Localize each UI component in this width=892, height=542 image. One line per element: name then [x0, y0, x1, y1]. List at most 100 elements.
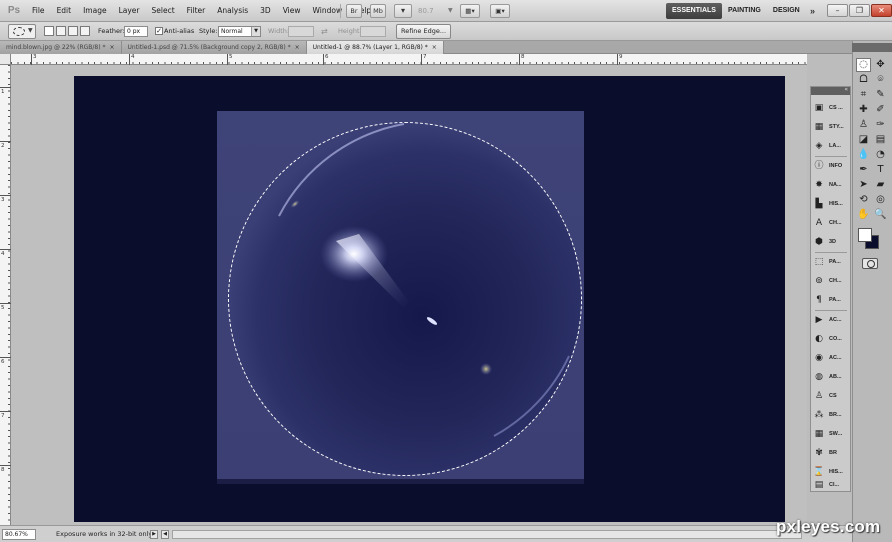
scroll-left-icon[interactable]: ◀: [161, 530, 169, 539]
close-tab-icon[interactable]: ×: [110, 44, 115, 51]
panel-swatches[interactable]: ▦ SW...: [813, 425, 849, 442]
status-zoom-input[interactable]: 80.67%: [2, 529, 36, 540]
menu-layer[interactable]: Layer: [113, 0, 146, 22]
menu-filter[interactable]: Filter: [181, 0, 212, 22]
menu-edit[interactable]: Edit: [51, 0, 78, 22]
arrange-documents-button[interactable]: ▦▾: [460, 4, 480, 18]
brush-tool-icon[interactable]: ✐: [873, 103, 888, 117]
menu-window[interactable]: Window: [307, 0, 349, 22]
elliptical-selection[interactable]: [228, 122, 582, 476]
status-menu-arrow-icon[interactable]: ▶: [150, 530, 158, 539]
workspace-painting[interactable]: PAINTING: [722, 3, 767, 19]
workspace-essentials[interactable]: ESSENTIALS: [666, 3, 722, 19]
menu-image[interactable]: Image: [77, 0, 113, 22]
style-select[interactable]: Normal ▼: [218, 26, 261, 37]
horizontal-ruler[interactable]: 3 4 5 6 7 8 9: [11, 54, 807, 65]
screen-mode-button[interactable]: ▣▾: [490, 4, 510, 18]
zoom-tool-icon[interactable]: 🔍: [873, 208, 888, 222]
intersect-selection-icon[interactable]: [80, 26, 90, 36]
horizontal-scrollbar[interactable]: [172, 530, 802, 539]
menu-select[interactable]: Select: [146, 0, 181, 22]
panel-cs-live[interactable]: ▣ CS ...: [813, 99, 849, 116]
blur-tool-icon[interactable]: 💧: [856, 148, 871, 162]
close-tab-icon[interactable]: ×: [295, 44, 300, 51]
panel-actions[interactable]: ▶ AC...: [813, 311, 849, 328]
menu-3d[interactable]: 3D: [254, 0, 277, 22]
3d-rotate-tool-icon[interactable]: ⟲: [856, 193, 871, 207]
dodge-tool-icon[interactable]: ◔: [873, 148, 888, 162]
panel-histogram[interactable]: ▙ HIS...: [813, 195, 849, 212]
quick-selection-tool-icon[interactable]: ⌾: [873, 73, 888, 87]
pasteboard[interactable]: [11, 65, 807, 525]
close-icon[interactable]: ✕: [871, 4, 892, 17]
collapse-icon[interactable]: «: [844, 86, 848, 93]
healing-brush-tool-icon[interactable]: ✚: [856, 103, 871, 117]
eyedropper-tool-icon[interactable]: ✎: [873, 88, 888, 102]
ruler-origin[interactable]: [0, 54, 11, 65]
foreground-color-swatch[interactable]: [858, 228, 872, 242]
refine-edge-button[interactable]: Refine Edge...: [396, 24, 451, 39]
tab-mind-blown[interactable]: mind.blown.jpg @ 22% (RGB/8) * ×: [0, 41, 122, 54]
menu-view[interactable]: View: [277, 0, 307, 22]
panel-clone-source[interactable]: ♙ CS: [813, 387, 849, 404]
panel-channels[interactable]: ⊚ CH...: [813, 272, 849, 289]
document-canvas[interactable]: [74, 76, 785, 522]
more-workspaces-button[interactable]: »: [810, 3, 815, 19]
3d-orbit-tool-icon[interactable]: ◎: [873, 193, 888, 207]
panel-3d[interactable]: ⬢ 3D: [813, 233, 849, 250]
width-input[interactable]: [288, 26, 314, 37]
panel-color[interactable]: ◐ CO...: [813, 330, 849, 347]
shape-tool-icon[interactable]: ▰: [873, 178, 888, 192]
extras-dropdown[interactable]: ▾: [394, 4, 412, 18]
type-tool-icon[interactable]: T: [873, 163, 888, 177]
minimize-icon[interactable]: –: [827, 4, 848, 17]
panel-navigator[interactable]: ✸ NA...: [813, 176, 849, 193]
bridge-button[interactable]: Br: [346, 4, 362, 18]
eraser-tool-icon[interactable]: ◪: [856, 133, 871, 147]
lasso-tool-icon[interactable]: ᗝ: [856, 73, 871, 87]
close-tab-icon[interactable]: ×: [432, 44, 437, 51]
minibridge-button[interactable]: Mb: [370, 4, 386, 18]
path-selection-tool-icon[interactable]: ➤: [856, 178, 871, 192]
panel-abstract[interactable]: ◍ AB...: [813, 368, 849, 385]
clone-stamp-tool-icon[interactable]: ♙: [856, 118, 871, 132]
panel-layers[interactable]: ◈ LA...: [813, 137, 849, 154]
history-brush-tool-icon[interactable]: ✑: [873, 118, 888, 132]
zoom-level-dropdown[interactable]: 80.7 ▼: [418, 4, 460, 18]
panel-paths[interactable]: ⬚ PA...: [813, 253, 849, 270]
status-message[interactable]: Exposure works in 32-bit only: [56, 526, 152, 542]
panel-paragraph[interactable]: ¶ PA...: [813, 291, 849, 308]
gradient-tool-icon[interactable]: ▤: [873, 133, 888, 147]
feather-input[interactable]: 0 px: [124, 26, 148, 37]
panel-strip-header[interactable]: «: [811, 86, 850, 95]
move-tool-icon[interactable]: ✥: [873, 58, 888, 72]
new-selection-icon[interactable]: [44, 26, 54, 36]
tools-panel-header[interactable]: [852, 43, 892, 52]
hand-tool-icon[interactable]: ✋: [856, 208, 871, 222]
panel-history[interactable]: ⌛ HIS...: [813, 463, 849, 480]
tool-preset-picker[interactable]: ▼: [8, 24, 36, 39]
panel-clone[interactable]: ▤ Cl...: [813, 479, 849, 491]
pen-tool-icon[interactable]: ✒: [856, 163, 871, 177]
tab-untitled-1[interactable]: Untitled-1 @ 88.7% (Layer 1, RGB/8) * ×: [306, 41, 444, 54]
elliptical-marquee-tool-icon[interactable]: ◌: [856, 58, 871, 72]
panel-styles[interactable]: ▦ STY...: [813, 118, 849, 135]
swap-icon[interactable]: ⇄: [321, 22, 328, 41]
panel-character[interactable]: A CH...: [813, 214, 849, 231]
subtract-from-selection-icon[interactable]: [68, 26, 78, 36]
quick-mask-icon[interactable]: [862, 258, 878, 269]
panel-brush-presets[interactable]: ⁂ BR...: [813, 406, 849, 423]
add-to-selection-icon[interactable]: [56, 26, 66, 36]
height-input[interactable]: [360, 26, 386, 37]
panel-info[interactable]: ⓘ INFO: [813, 157, 849, 174]
antialias-checkbox[interactable]: ✓: [155, 27, 163, 35]
tab-untitled-1-psd[interactable]: Untitled-1.psd @ 71.5% (Background copy …: [121, 41, 307, 54]
menu-analysis[interactable]: Analysis: [211, 0, 254, 22]
workspace-design[interactable]: DESIGN: [767, 3, 806, 19]
crop-tool-icon[interactable]: ⌗: [856, 88, 871, 102]
menu-file[interactable]: File: [26, 0, 51, 22]
panel-adjustments[interactable]: ◉ AC...: [813, 349, 849, 366]
maximize-icon[interactable]: ❐: [849, 4, 870, 17]
panel-brushes[interactable]: ✾ BR: [813, 444, 849, 461]
vertical-ruler[interactable]: 1 2 3 4 5 6 7 8: [0, 65, 11, 525]
